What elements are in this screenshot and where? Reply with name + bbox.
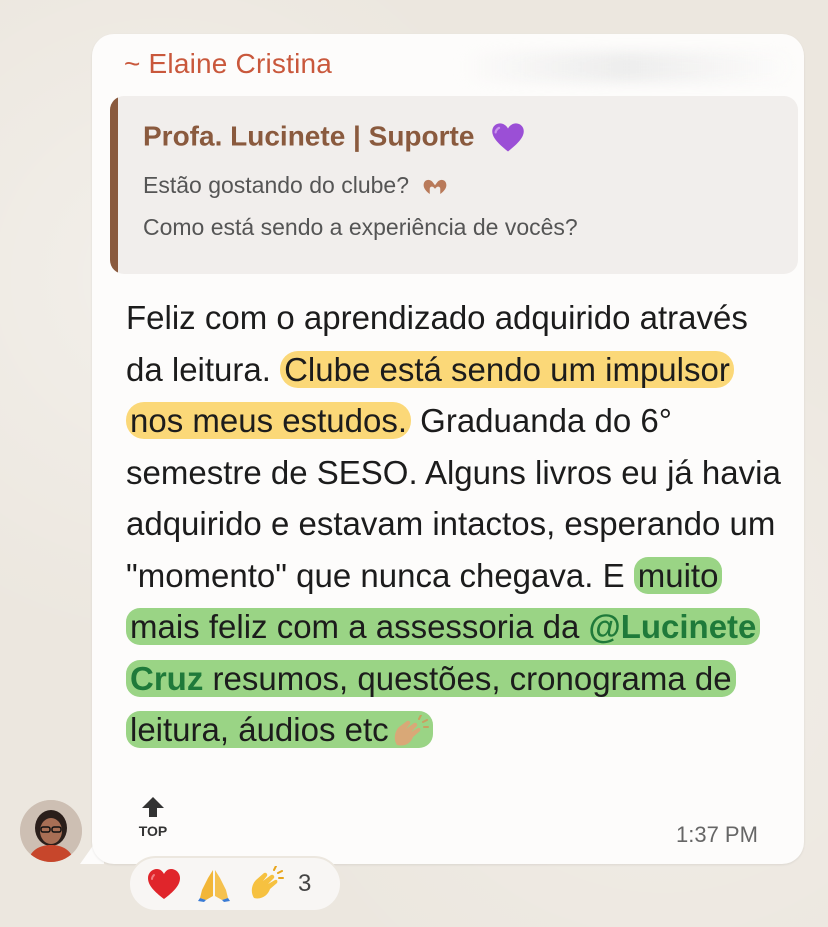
message-timestamp: 1:37 PM	[676, 822, 758, 847]
quote-line-1: Estão gostando do clube?	[143, 172, 449, 199]
reaction-count: 3	[298, 870, 312, 897]
user-photo	[20, 800, 82, 862]
sender-name[interactable]: ~ Elaine Cristina	[124, 48, 332, 80]
heart-hands-icon	[424, 179, 447, 194]
top-label: TOP	[138, 823, 168, 839]
quote-author-label: Profa. Lucinete | Suporte	[143, 120, 475, 152]
clapping-hands-icon	[251, 866, 284, 899]
highlight-green-text-b: resumos, questões, cronograma de leitura…	[130, 659, 732, 749]
arrow-up-icon	[142, 797, 164, 817]
purple-heart-icon	[492, 123, 524, 152]
clapping-hands-icon	[394, 715, 429, 746]
quote-bar	[110, 96, 118, 274]
quoted-message[interactable]: Profa. Lucinete | Suporte Estão gostando…	[110, 96, 798, 274]
quote-author: Profa. Lucinete | Suporte	[143, 120, 526, 156]
quote-line-2: Como está sendo a experiência de vocês?	[143, 214, 578, 240]
reactions-bar[interactable]: 3	[128, 856, 342, 912]
avatar[interactable]	[20, 800, 82, 862]
scroll-top-button[interactable]: TOP	[134, 796, 172, 839]
praying-hands-icon	[198, 870, 230, 902]
heart-icon	[148, 869, 180, 899]
message-body: Feliz com o aprendizado adquirido atravé…	[126, 292, 786, 756]
redacted-phone	[460, 52, 790, 82]
